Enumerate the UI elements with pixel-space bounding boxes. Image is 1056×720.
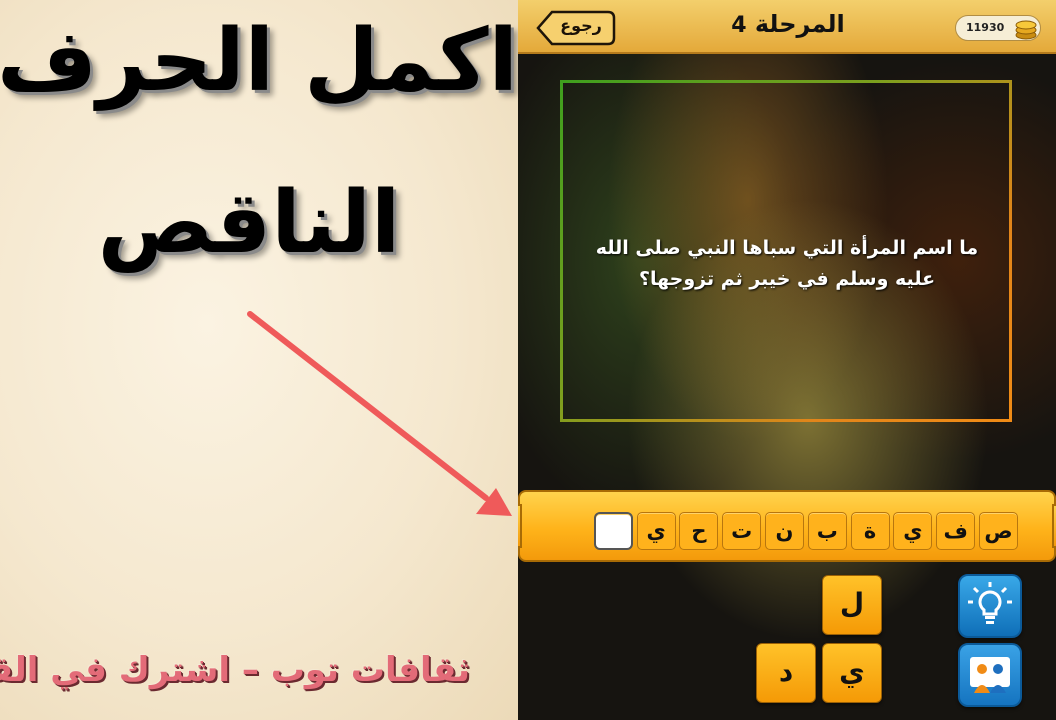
share-people-icon	[970, 657, 1010, 693]
letter-tile[interactable]: ي	[822, 643, 882, 703]
promo-title-line1: اكمل الحرف	[0, 11, 518, 111]
answer-slot[interactable]: ي	[893, 512, 933, 550]
coin-counter: 11930	[955, 15, 1041, 41]
pointer-arrow-icon	[247, 311, 512, 516]
letter-tile[interactable]: د	[756, 643, 816, 703]
coin-count: 11930	[966, 21, 1005, 34]
answer-bar-cap-left	[518, 504, 522, 548]
answer-slot[interactable]: ة	[850, 512, 890, 550]
answer-slot[interactable]: ي	[636, 512, 676, 550]
promo-panel: اكمل الحرف الناقص ثقافات توب – اشترك في …	[0, 0, 518, 720]
share-friends-button[interactable]	[958, 643, 1022, 707]
top-bar: رجوع المرحلة 4 11930	[518, 0, 1056, 54]
letter-tile[interactable]: ل	[822, 575, 882, 635]
hint-lightbulb-icon	[968, 582, 1012, 624]
question-text: ما اسم المرأة التي سباها النبي صلى الله …	[595, 237, 979, 290]
hint-button[interactable]	[958, 574, 1022, 638]
answer-bar-cap-right	[1052, 504, 1056, 548]
stage-number: 4	[731, 13, 747, 38]
promo-footer: ثقافات توب – اشترك في القناة	[0, 650, 470, 690]
coin-stack-icon	[1015, 20, 1037, 40]
answer-slot[interactable]: ن	[765, 512, 805, 550]
game-screen: رجوع المرحلة 4 11930 ما اسم المرأة التي …	[518, 0, 1056, 720]
promo-title-line2: الناقص	[97, 173, 401, 273]
stage-label: المرحلة	[754, 10, 845, 38]
answer-slot-empty[interactable]	[593, 512, 633, 550]
answer-slot[interactable]: ح	[679, 512, 719, 550]
answer-slot[interactable]: ص	[979, 512, 1018, 550]
back-button[interactable]: رجوع	[538, 12, 614, 44]
answer-slot[interactable]: ف	[936, 512, 976, 550]
answer-slot[interactable]: ب	[807, 512, 847, 550]
answer-bar: ص ف ي ة ب ن ت ح ي	[518, 490, 1056, 562]
question-frame: ما اسم المرأة التي سباها النبي صلى الله …	[560, 80, 1012, 422]
answer-slot[interactable]: ت	[722, 512, 762, 550]
answer-slots: ص ف ي ة ب ن ت ح ي	[548, 512, 1018, 550]
stage-title: المرحلة 4	[698, 10, 878, 38]
